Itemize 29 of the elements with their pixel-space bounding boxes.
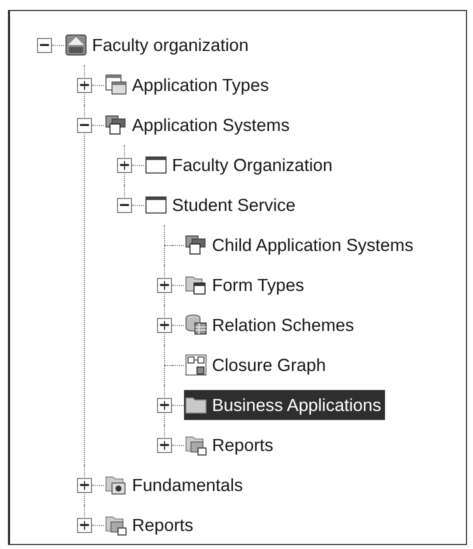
tree-item[interactable]: Relation Schemes [208,310,358,340]
tree-item[interactable]: Fundamentals [128,470,247,500]
tree-item[interactable]: Faculty Organization [168,150,336,180]
expand-toggle[interactable] [157,278,172,292]
tree-item[interactable]: Application Types [128,70,273,100]
collapse-toggle[interactable] [117,198,132,212]
expand-toggle[interactable] [77,78,92,92]
expand-toggle[interactable] [77,518,92,532]
collapse-toggle[interactable] [37,38,52,52]
diagram-icon [184,353,208,377]
logo-icon [64,33,88,57]
expand-toggle[interactable] [77,478,92,492]
windows-icon [104,113,128,137]
tree-item[interactable]: Reports [208,430,278,460]
tree-item[interactable]: Child Application Systems [208,230,418,260]
expand-toggle[interactable] [157,398,172,412]
tree-item[interactable]: Student Service [168,190,300,220]
tree-item[interactable]: Reports [128,510,198,540]
expand-toggle[interactable] [157,438,172,452]
tree-item[interactable]: Form Types [208,270,308,300]
database-icon [184,313,208,337]
collapse-toggle[interactable] [77,118,92,132]
tree-item[interactable]: Closure Graph [208,350,330,380]
expand-toggle[interactable] [157,318,172,332]
expand-toggle[interactable] [117,158,132,172]
tree-item[interactable]: Business Applications [208,390,386,420]
windows-icon [184,233,208,257]
tree-item[interactable]: Faculty organization [88,30,253,60]
tree-item[interactable]: Application Systems [128,110,294,140]
